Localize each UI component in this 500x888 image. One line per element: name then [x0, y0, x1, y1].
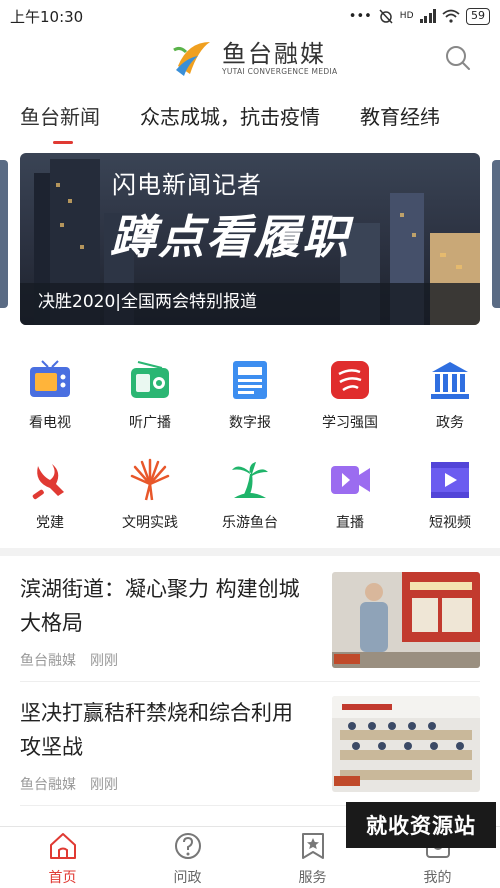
feature-government[interactable]: 政务 [412, 350, 488, 450]
feature-grid: 看电视 听广播 数字报 学习强国 政务 党建 文明实践 乐游鱼台 直播 短视频 [0, 350, 500, 550]
news-time: 刚刚 [90, 653, 118, 669]
app-logo: 鱼台融媒 YUTAI CONVERGENCE MEDIA [172, 36, 337, 80]
news-time: 刚刚 [90, 777, 118, 793]
tab-education[interactable]: 教育经纬 [360, 101, 440, 130]
watermark-overlay: 就收资源站 [346, 802, 496, 848]
feature-travel[interactable]: 乐游鱼台 [212, 450, 288, 550]
tab-yutai-news[interactable]: 鱼台新闻 [20, 101, 100, 144]
feature-label: 短视频 [429, 515, 471, 531]
network-type: HD [399, 11, 414, 21]
video-icon [431, 462, 469, 498]
wifi-icon [442, 9, 460, 23]
channel-tabs: 鱼台新闻 众志成城，抗击疫情 教育经纬 [0, 90, 500, 144]
logo-mark-icon [173, 42, 210, 76]
logo-subtitle: YUTAI CONVERGENCE MEDIA [222, 66, 338, 76]
feature-live[interactable]: 直播 [312, 450, 388, 550]
alarm-off-icon [379, 9, 393, 24]
status-icons: ••• HD 59 [348, 7, 490, 25]
status-bar: 上午10:30 ••• HD 59 [0, 0, 500, 32]
live-icon [331, 466, 370, 494]
news-item[interactable]: 滨湖街道：凝心聚力 构建创城大格局 鱼台融媒 刚刚 [20, 558, 480, 682]
nav-inquiry[interactable]: 问政 [125, 827, 250, 888]
feature-digital-paper[interactable]: 数字报 [212, 350, 288, 450]
nav-label: 我的 [423, 870, 452, 886]
feature-label: 学习强国 [322, 415, 378, 431]
feature-label: 数字报 [229, 415, 271, 431]
feature-label: 党建 [36, 515, 64, 531]
banner-headline-2: 蹲点看履职 [110, 210, 350, 264]
feature-label: 文明实践 [122, 515, 178, 531]
banner-caption: 决胜2020|全国两会特别报道 [38, 292, 257, 312]
banner-next-peek [492, 160, 500, 308]
feature-row: 党建 文明实践 乐游鱼台 直播 短视频 [0, 450, 500, 550]
news-list: 滨湖街道：凝心聚力 构建创城大格局 鱼台融媒 刚刚 坚决打赢秸秆禁烧和综合利用攻… [0, 558, 500, 806]
feature-party[interactable]: 党建 [12, 450, 88, 550]
signal-icon [419, 9, 436, 23]
banner-headline-1: 闪电新闻记者 [112, 171, 262, 199]
more-dots-icon: ••• [348, 8, 372, 24]
feature-label: 直播 [336, 515, 364, 531]
feature-label: 听广播 [129, 415, 171, 431]
feature-xuexi[interactable]: 学习强国 [312, 350, 388, 450]
feature-label: 政务 [436, 415, 464, 431]
news-meta: 鱼台融媒 刚刚 [20, 650, 118, 670]
news-title: 滨湖街道：凝心聚力 构建创城大格局 [20, 577, 300, 635]
nav-home[interactable]: 首页 [0, 827, 125, 888]
xuexi-icon [331, 361, 369, 399]
search-icon[interactable] [444, 44, 472, 72]
feature-civilization[interactable]: 文明实践 [112, 450, 188, 550]
news-source: 鱼台融媒 [20, 653, 76, 669]
feature-row: 看电视 听广播 数字报 学习强国 政务 [0, 350, 500, 450]
nav-label: 问政 [173, 870, 202, 886]
government-icon [431, 362, 469, 399]
party-icon [32, 464, 64, 500]
news-source: 鱼台融媒 [20, 777, 76, 793]
news-item[interactable]: 坚决打赢秸秆禁烧和综合利用攻坚战 鱼台融媒 刚刚 [20, 682, 480, 806]
radio-icon [131, 361, 169, 398]
news-meta: 鱼台融媒 刚刚 [20, 774, 118, 794]
service-icon [301, 833, 324, 859]
news-title: 坚决打赢秸秆禁烧和综合利用攻坚战 [20, 701, 293, 759]
home-icon [49, 833, 76, 859]
section-divider [0, 548, 500, 556]
battery-indicator: 59 [466, 7, 490, 25]
feature-tv[interactable]: 看电视 [12, 350, 88, 450]
question-icon [174, 833, 201, 859]
civilization-icon [130, 458, 170, 501]
news-thumbnail [332, 572, 480, 668]
feature-radio[interactable]: 听广播 [112, 350, 188, 450]
banner-carousel[interactable]: 闪电新闻记者 蹲点看履职 决胜2020|全国两会特别报道 [20, 153, 480, 325]
tv-icon [30, 360, 70, 397]
feature-label: 看电视 [29, 415, 71, 431]
palm-tree-icon [232, 462, 268, 498]
tab-fight-epidemic[interactable]: 众志成城，抗击疫情 [140, 101, 320, 130]
feature-short-video[interactable]: 短视频 [412, 450, 488, 550]
banner-prev-peek [0, 160, 8, 308]
newspaper-icon [233, 361, 267, 399]
nav-label: 首页 [48, 870, 77, 886]
app-header: 鱼台融媒 YUTAI CONVERGENCE MEDIA [0, 32, 500, 88]
feature-label: 乐游鱼台 [222, 515, 278, 531]
logo-title: 鱼台融媒 [222, 39, 326, 68]
nav-label: 服务 [298, 870, 327, 886]
status-time: 上午10:30 [10, 7, 84, 26]
news-thumbnail [332, 696, 480, 792]
